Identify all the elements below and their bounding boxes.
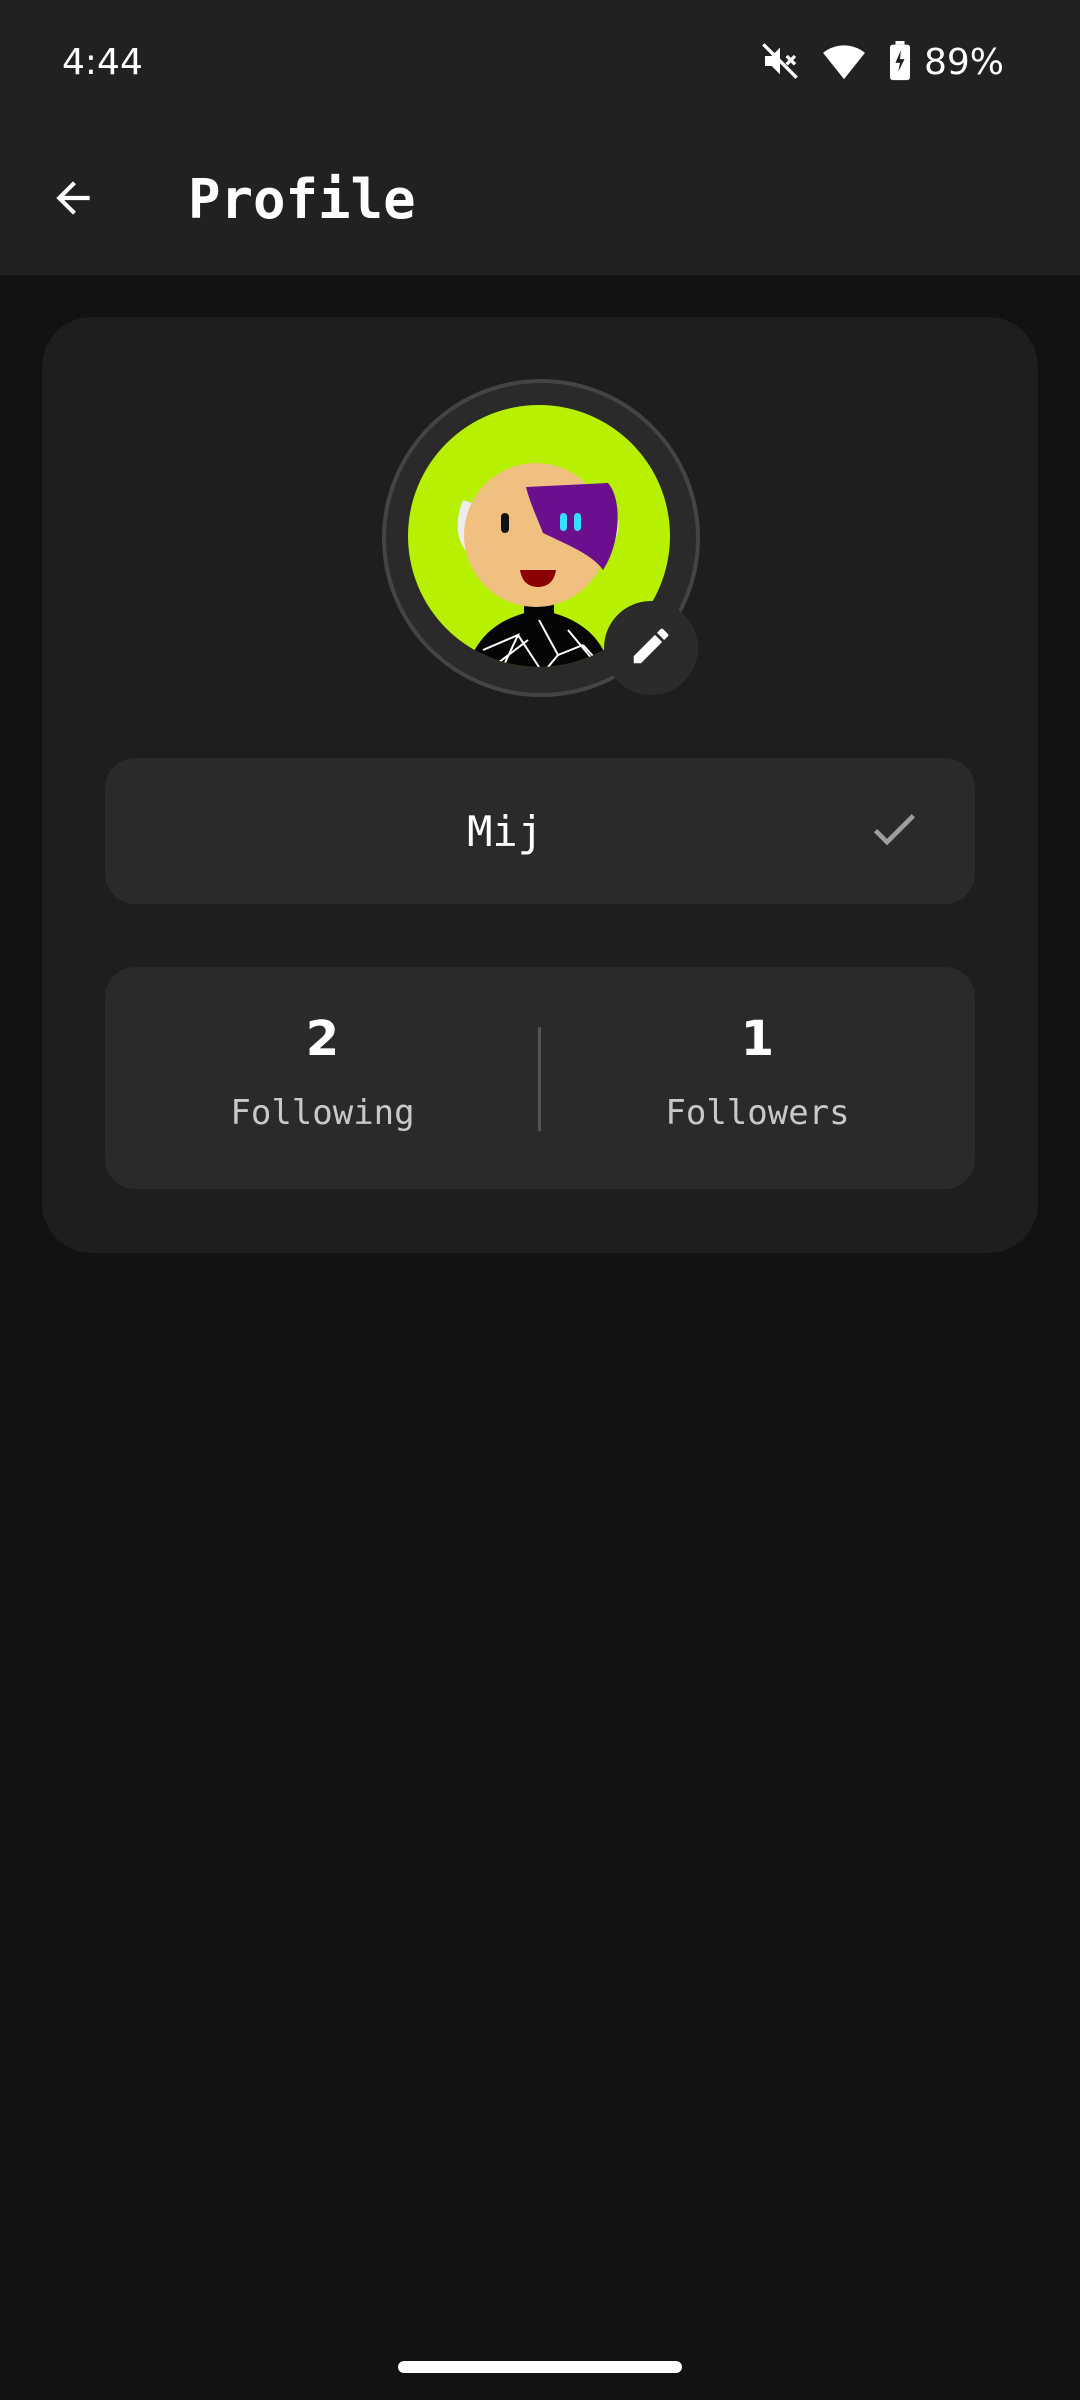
pencil-icon — [628, 623, 674, 673]
status-bar: 4:44 89% — [0, 0, 1080, 125]
stats-box: 2 Following 1 Followers — [105, 967, 975, 1189]
app-bar: Profile — [0, 125, 1080, 275]
page-title: Profile — [188, 168, 416, 231]
avatar-container — [382, 379, 700, 697]
following-count: 2 — [305, 1011, 340, 1067]
wifi-icon — [822, 41, 866, 85]
edit-avatar-button[interactable] — [604, 601, 698, 695]
following-stat[interactable]: 2 Following — [105, 967, 540, 1189]
followers-stat[interactable]: 1 Followers — [540, 967, 975, 1189]
battery-percent: 89% — [923, 42, 1004, 83]
followers-count: 1 — [740, 1011, 775, 1067]
confirm-name-button[interactable] — [857, 794, 931, 868]
profile-card: 2 Following 1 Followers — [42, 317, 1038, 1253]
name-field — [105, 758, 975, 904]
back-button[interactable] — [36, 163, 110, 237]
followers-label: Followers — [665, 1093, 850, 1133]
check-icon — [866, 801, 922, 861]
status-time: 4:44 — [62, 42, 143, 83]
name-input[interactable] — [145, 758, 865, 904]
mute-icon — [760, 41, 800, 85]
arrow-back-icon — [48, 173, 98, 227]
following-label: Following — [230, 1093, 415, 1133]
battery-charging-icon — [888, 41, 912, 85]
status-icons: 89% — [760, 38, 1004, 88]
home-indicator[interactable] — [398, 2361, 682, 2373]
